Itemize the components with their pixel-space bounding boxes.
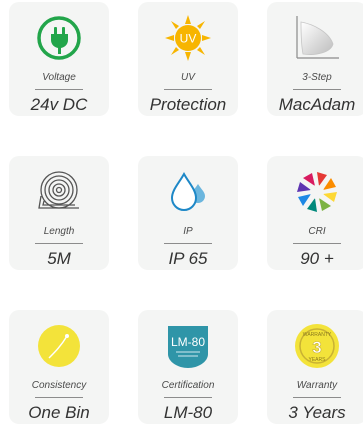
spec-card-voltage: Voltage 24v DC (9, 2, 109, 116)
lm80-text: LM-80 (171, 335, 205, 349)
spec-value: 24v DC (30, 95, 88, 114)
uv-text: UV (180, 32, 197, 46)
lm80-badge-icon: LM-80 (164, 322, 212, 370)
divider (293, 89, 341, 90)
spec-label: Certification (161, 380, 215, 391)
spec-value: 90 + (300, 249, 334, 268)
divider (35, 397, 83, 398)
spec-card-length: Length 5M (9, 156, 109, 270)
spec-label: Consistency (31, 380, 87, 391)
water-drop-icon (164, 168, 212, 216)
spec-label: Warranty (296, 380, 338, 391)
divider (164, 397, 212, 398)
spec-label: Voltage (42, 72, 76, 83)
spec-value: One Bin (28, 403, 90, 422)
divider (35, 243, 83, 244)
spec-card-consistency: Consistency One Bin (9, 310, 109, 424)
macadam-icon (293, 14, 341, 62)
reel-icon (35, 168, 83, 216)
spec-label: CRI (308, 226, 326, 237)
spec-value: LM-80 (163, 403, 213, 422)
divider (35, 89, 83, 90)
warranty-number: 3 (312, 338, 321, 357)
spec-card-uv: UV UV Protection (138, 2, 238, 116)
spec-card-warranty: WARRANTY 3 YEARS Warranty 3 Years (267, 310, 363, 424)
spec-card-cri: CRI 90 + (267, 156, 363, 270)
warranty-badge-icon: WARRANTY 3 YEARS (293, 322, 341, 370)
spec-label: IP (183, 226, 193, 237)
divider (293, 397, 341, 398)
spec-value: 3 Years (288, 403, 346, 422)
spec-card-certification: LM-80 Certification LM-80 (138, 310, 238, 424)
spec-card-ip: IP IP 65 (138, 156, 238, 270)
warranty-bottom-text: YEARS (309, 357, 327, 363)
divider (164, 89, 212, 90)
divider (164, 243, 212, 244)
sun-uv-icon: UV (164, 14, 212, 62)
spec-label: Length (43, 226, 75, 237)
plug-icon (35, 14, 83, 62)
divider (293, 243, 341, 244)
spec-card-macadam: 3-Step MacAdam (267, 2, 363, 116)
spec-value: 5M (47, 249, 71, 268)
spec-label: 3-Step (302, 72, 332, 83)
spec-value: Protection (149, 95, 227, 114)
spec-label: UV (181, 72, 195, 83)
spec-value: IP 65 (168, 249, 208, 268)
spec-value: MacAdam (278, 95, 356, 114)
color-wheel-icon (293, 168, 341, 216)
bin-icon (35, 322, 83, 370)
